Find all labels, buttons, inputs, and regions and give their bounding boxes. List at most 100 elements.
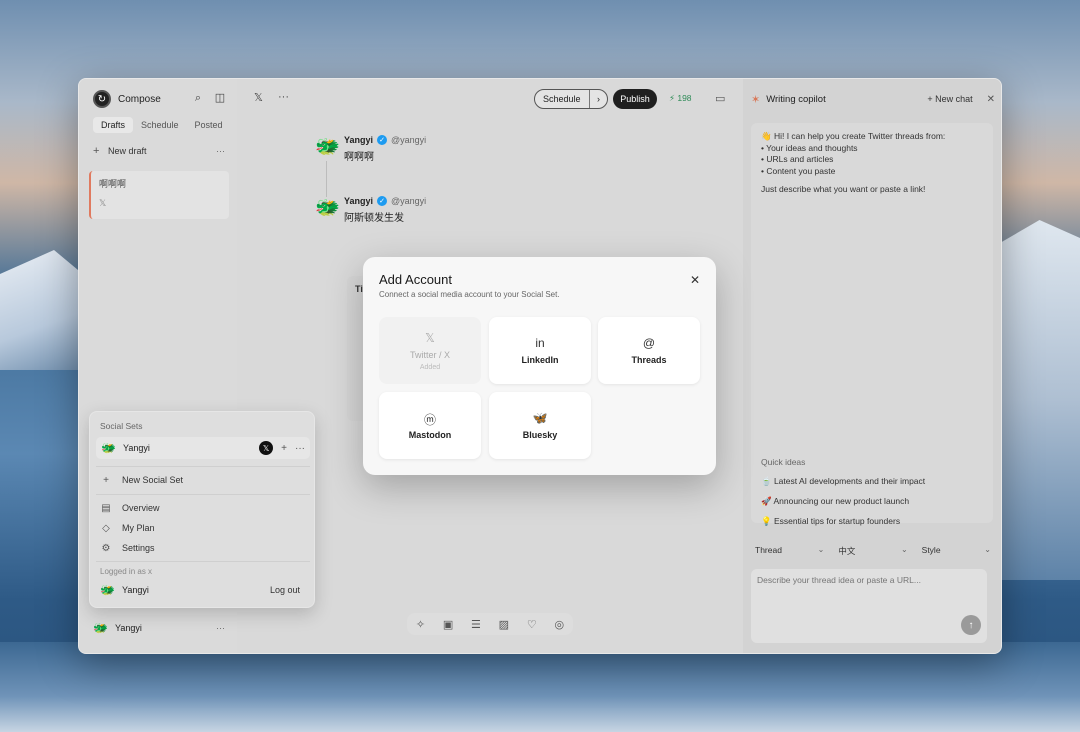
style-select[interactable]: Style ⌄ bbox=[922, 545, 991, 557]
image-icon[interactable]: ▨ bbox=[499, 618, 509, 631]
new-social-set-button[interactable]: + New Social Set bbox=[100, 473, 300, 487]
new-draft-button[interactable]: + New draft ··· bbox=[93, 143, 225, 159]
new-draft-label: New draft bbox=[108, 146, 147, 156]
chevron-down-icon: ⌄ bbox=[817, 545, 825, 554]
account-label: Mastodon bbox=[408, 430, 452, 440]
send-button[interactable]: ↑ bbox=[961, 615, 981, 635]
threads-icon: @ bbox=[642, 336, 656, 350]
list-icon[interactable]: ☰ bbox=[471, 618, 481, 631]
tab-drafts[interactable]: Drafts bbox=[93, 117, 134, 133]
tab-posted[interactable]: Posted bbox=[187, 117, 231, 133]
chat-icon[interactable]: ▭ bbox=[715, 92, 725, 105]
tab-schedule[interactable]: Schedule bbox=[133, 117, 187, 133]
thread-post[interactable]: 🐲 Yangyi ✓ @yangyi 啊啊啊 bbox=[315, 135, 475, 169]
x-icon: 𝕏 bbox=[259, 441, 274, 455]
logout-button[interactable]: Log out bbox=[264, 583, 306, 597]
sidebar-toggle-icon[interactable]: ◫ bbox=[213, 91, 227, 105]
add-account-icon[interactable]: + bbox=[281, 443, 287, 454]
background-snowfield bbox=[0, 642, 1080, 732]
magic-wand-icon[interactable]: ✧ bbox=[416, 618, 425, 631]
sidebar-user[interactable]: 🐲 Yangyi ··· bbox=[93, 619, 225, 637]
character-count-badge: ⚡ 198 bbox=[669, 93, 692, 103]
format-select[interactable]: Thread ⌄ bbox=[755, 545, 824, 557]
avatar: 🐲 bbox=[315, 136, 340, 158]
avatar: 🐲 bbox=[100, 583, 115, 597]
gear-icon: ⚙ bbox=[101, 542, 111, 554]
more-icon[interactable]: ··· bbox=[216, 146, 225, 156]
prompt-box: ↑ bbox=[751, 569, 987, 643]
account-label: Twitter / X bbox=[409, 349, 450, 360]
close-icon[interactable]: ✕ bbox=[690, 273, 700, 287]
account-option-mastodon[interactable]: ⓜ Mastodon bbox=[379, 392, 481, 459]
draft-item[interactable]: 啊啊啊 𝕏 bbox=[89, 171, 229, 219]
chevron-down-icon: ⌄ bbox=[984, 545, 991, 554]
post-text: 阿斯顿发生发 bbox=[344, 213, 404, 224]
post-meta: Yangyi ✓ @yangyi bbox=[344, 196, 426, 206]
draft-title: 啊啊啊 bbox=[99, 179, 127, 189]
intro-bullet: • Your ideas and thoughts bbox=[761, 142, 858, 153]
schedule-button[interactable]: Schedule › bbox=[534, 89, 608, 109]
thread-connector bbox=[326, 161, 327, 197]
modal-title: Add Account bbox=[379, 272, 452, 287]
search-icon[interactable]: ⌕ bbox=[191, 91, 205, 105]
post-handle: @yangyi bbox=[391, 135, 427, 145]
x-icon: 𝕏 bbox=[99, 198, 107, 208]
account-option-threads[interactable]: @ Threads bbox=[598, 317, 700, 384]
new-social-set-label: New Social Set bbox=[122, 475, 184, 485]
app-logo-icon[interactable]: ↻ bbox=[93, 90, 111, 108]
chevron-down-icon: ⌄ bbox=[900, 545, 908, 554]
plus-icon: + bbox=[93, 145, 100, 157]
more-icon[interactable]: ··· bbox=[216, 623, 225, 633]
account-option-bluesky[interactable]: 🦋 Bluesky bbox=[489, 392, 591, 459]
linkedin-icon: in bbox=[535, 336, 545, 350]
post-author: Yangyi bbox=[344, 135, 374, 145]
language-select[interactable]: 中文 ⌄ bbox=[838, 545, 907, 557]
divider bbox=[96, 561, 310, 562]
logged-user-name: Yangyi bbox=[122, 585, 149, 595]
avatar: 🐲 bbox=[315, 197, 340, 219]
more-icon[interactable]: ··· bbox=[278, 91, 289, 103]
chevron-right-icon[interactable]: › bbox=[589, 90, 607, 108]
overview-icon: ▤ bbox=[101, 502, 111, 514]
bluesky-icon: 🦋 bbox=[532, 411, 548, 425]
capture-icon[interactable]: ◎ bbox=[554, 618, 564, 631]
account-option-linkedin[interactable]: in LinkedIn bbox=[489, 317, 591, 384]
background-mountain-right bbox=[990, 220, 1080, 580]
menu-item-my-plan[interactable]: ◇ My Plan bbox=[100, 521, 300, 535]
heart-icon[interactable]: ♡ bbox=[527, 618, 537, 631]
publish-button[interactable]: Publish bbox=[613, 89, 657, 109]
close-icon[interactable]: ✕ bbox=[987, 94, 995, 105]
quick-idea-item[interactable]: 🚀 Announcing our new product launch bbox=[761, 496, 961, 508]
sparkle-icon: ✶ bbox=[751, 93, 761, 106]
select-value: 中文 bbox=[838, 546, 856, 556]
copilot-intro: 👋 Hi! I can help you create Twitter thre… bbox=[751, 123, 993, 526]
new-chat-label: New chat bbox=[935, 94, 973, 104]
menu-item-settings[interactable]: ⚙ Settings bbox=[100, 541, 300, 555]
copilot-header: ✶ Writing copilot + New chat ✕ bbox=[751, 91, 995, 107]
menu-item-overview[interactable]: ▤ Overview bbox=[100, 501, 300, 515]
x-icon[interactable]: 𝕏 bbox=[254, 91, 263, 104]
account-option-twitter: 𝕏 Twitter / X Added bbox=[379, 317, 481, 384]
avatar: 🐲 bbox=[101, 441, 116, 455]
verified-icon: ✓ bbox=[377, 196, 388, 206]
sidebar-header: ↻ Compose ⌕ ◫ bbox=[93, 89, 229, 109]
plus-icon: + bbox=[103, 474, 109, 486]
post-author: Yangyi bbox=[344, 196, 374, 206]
mastodon-icon: ⓜ bbox=[423, 413, 436, 427]
post-handle: @yangyi bbox=[391, 196, 427, 206]
schedule-label: Schedule bbox=[543, 94, 581, 104]
quick-idea-item[interactable]: 💡 Essential tips for startup founders bbox=[761, 516, 961, 528]
prompt-input[interactable] bbox=[757, 575, 981, 585]
menu-item-label: Overview bbox=[122, 503, 160, 513]
quick-idea-item[interactable]: 🍵 Latest AI developments and their impac… bbox=[761, 476, 961, 488]
thread-post[interactable]: 🐲 Yangyi ✓ @yangyi 阿斯顿发生发 bbox=[315, 196, 475, 230]
more-icon[interactable]: ··· bbox=[295, 443, 305, 454]
new-chat-button[interactable]: + New chat bbox=[927, 94, 972, 104]
copilot-title: Writing copilot bbox=[766, 93, 826, 105]
copilot-options: Thread ⌄ 中文 ⌄ Style ⌄ bbox=[755, 545, 991, 557]
save-icon[interactable]: ▣ bbox=[443, 618, 453, 631]
intro-greeting: 👋 Hi! I can help you create Twitter thre… bbox=[761, 131, 946, 141]
social-sets-popover: Social Sets 🐲 Yangyi 𝕏 + ··· + New Socia… bbox=[89, 411, 315, 608]
intro-bullet: • Content you paste bbox=[761, 165, 836, 176]
social-set-row[interactable]: 🐲 Yangyi 𝕏 + ··· bbox=[96, 437, 310, 459]
